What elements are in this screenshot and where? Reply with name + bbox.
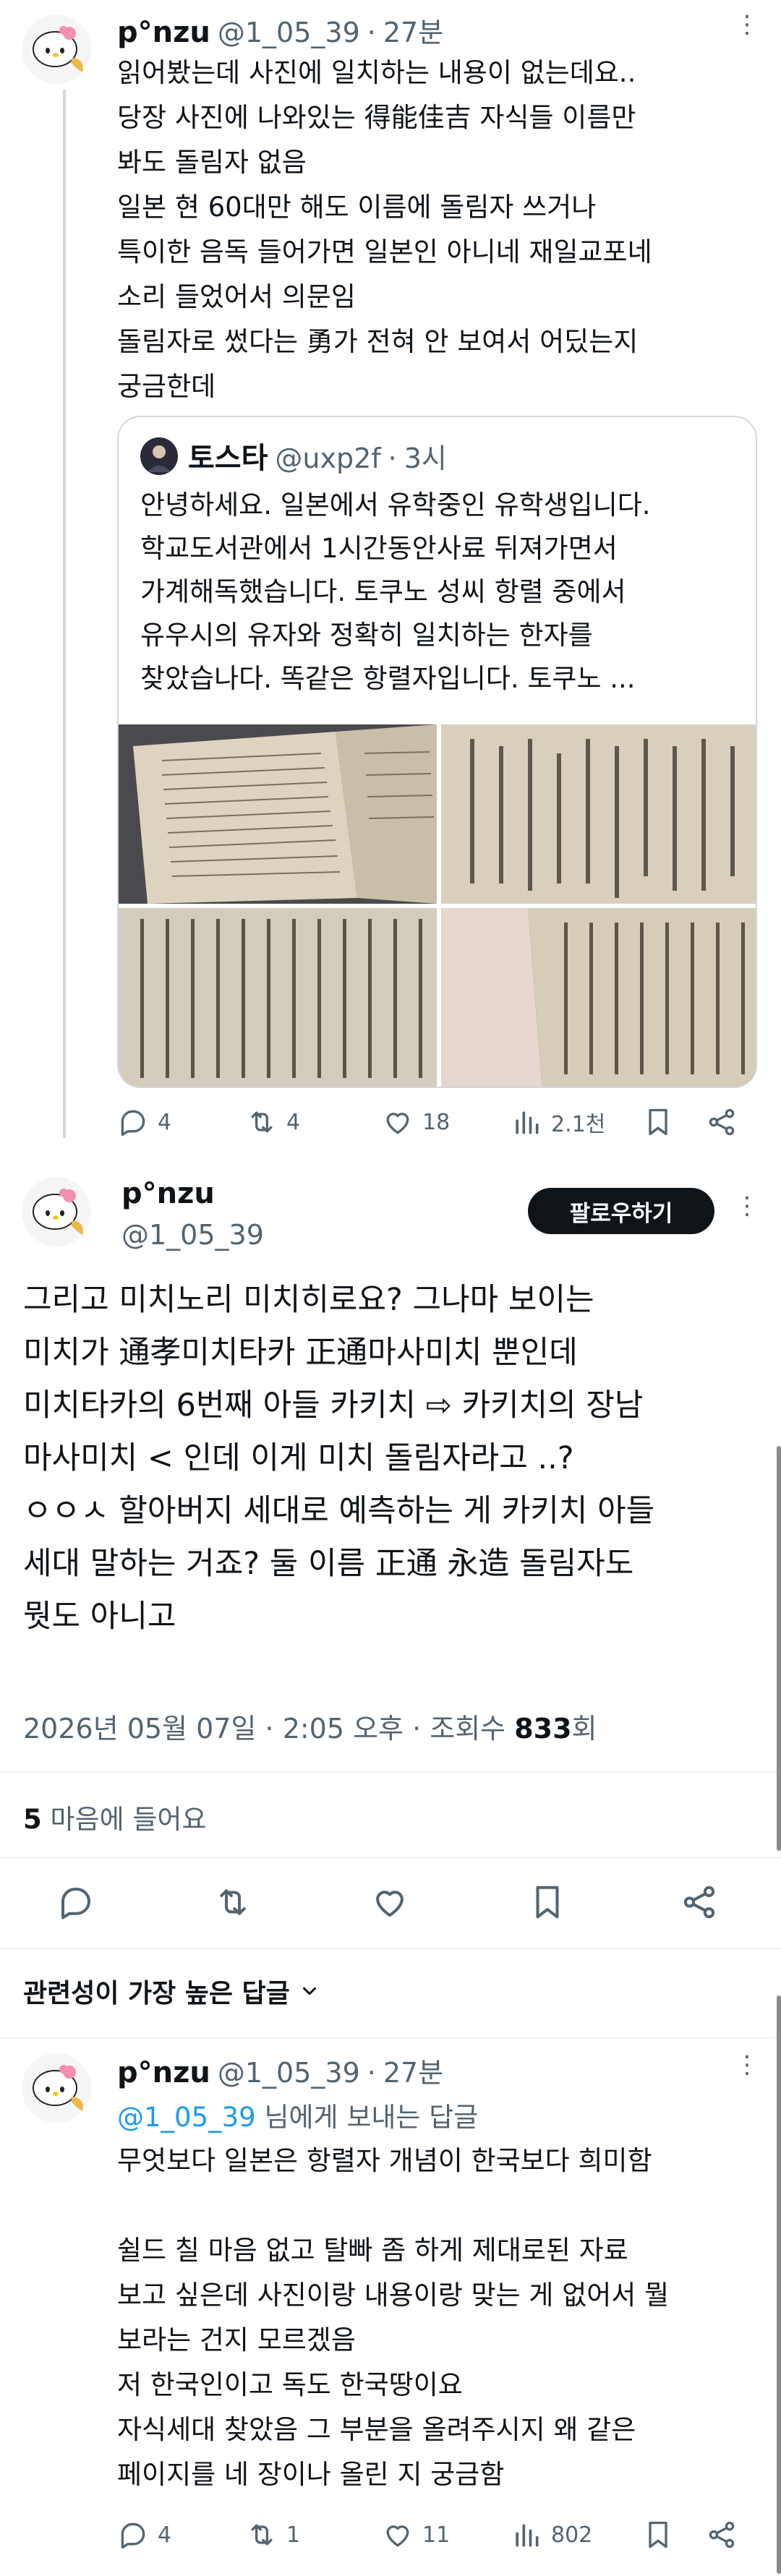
quote-text: 안녕하세요. 일본에서 유학중인 유학생입니다. 학교도서관에서 1시간동안사료… [140,489,651,694]
repost-count: 4 [286,1109,301,1135]
view-unit: 회 [571,1713,597,1745]
divider [0,1771,781,1773]
views-icon [516,2524,539,2547]
username[interactable]: @1_05_39 [218,2057,360,2089]
heart-icon [386,2525,409,2547]
divider [0,2037,781,2039]
share-icon [683,1886,715,1919]
username[interactable]: @1_05_39 [218,17,360,48]
views-button[interactable]: 802 [511,2519,592,2551]
timestamp[interactable]: 27분 [383,2050,443,2090]
scrollbar-thumb[interactable] [777,1995,781,2574]
reply-icon [121,1110,145,1137]
view-count: 2.1천 [551,1112,606,1137]
mention-link[interactable]: @1_05_39 [117,2102,256,2133]
share-button[interactable] [706,1106,738,1138]
avatar[interactable] [22,14,91,84]
display-name[interactable]: p°nzu [121,1177,215,1210]
reply-icon [121,2522,145,2549]
views-button[interactable]: 2.1천 [511,1106,605,1138]
reply-button[interactable] [56,1883,95,1922]
like-count: 11 [422,2522,451,2548]
likes-count: 5 [23,1804,42,1835]
replying-to-suffix: 님에게 보내는 답글 [255,2102,479,2133]
chevron-down-icon [302,1987,316,1995]
quote-photo-4[interactable] [441,908,756,1087]
reply-header: p°nzu @1_05_39 · 27분 [117,2050,443,2090]
quote-username: @uxp2f [275,442,381,474]
username[interactable]: @1_05_39 [121,1219,264,1251]
view-count: 833 [514,1713,572,1745]
share-icon [709,1108,735,1136]
tweet-text: 읽어봤는데 사진에 일치하는 내용이 없는데요.. 당장 사진에 나와있는 得能… [117,57,652,402]
tweet-text: 그리고 미치노리 미치히로요? 그나마 보이는 미치가 通孝미치타카 正通마사미… [23,1282,655,1635]
more-options-icon[interactable]: ⋮ [735,2050,759,2079]
separator: · [367,17,376,48]
like-button[interactable]: 18 [382,1106,450,1138]
view-count: 802 [551,2522,593,2548]
reply-count: 4 [158,1109,172,1135]
sort-dropdown[interactable]: 관련성이 가장 높은 답글 [23,1972,320,2010]
repost-icon [251,1111,273,1133]
quote-photo-1[interactable] [119,724,437,904]
display-name[interactable]: p°nzu [117,16,210,49]
quote-timestamp: 3시 [404,442,447,474]
tweet-text: 무엇보다 일본은 항렬자 개념이 한국보다 희미함 쉴드 칠 마음 없고 탈빠 … [117,2145,670,2490]
repost-icon [220,1889,246,1915]
avatar[interactable] [22,2053,91,2123]
quote-header: 토스타 @uxp2f · 3시 [188,435,447,476]
sort-label: 관련성이 가장 높은 답글 [23,1979,290,2008]
like-button[interactable] [370,1883,409,1922]
heart-icon [386,1113,409,1134]
scrollbar-thumb[interactable] [777,1446,781,1851]
repost-button[interactable]: 4 [246,1106,300,1138]
display-name[interactable]: p°nzu [117,2056,210,2089]
bookmark-icon [649,1108,667,1136]
repost-button[interactable] [213,1883,252,1922]
like-button[interactable]: 11 [382,2519,450,2551]
quote-display-name: 토스타 [188,442,268,475]
share-button[interactable] [706,2519,738,2551]
bookmark-button[interactable] [528,1883,567,1922]
repost-count: 1 [286,2522,301,2548]
follow-button[interactable]: 팔로우하기 [528,1188,714,1234]
tweet-date[interactable]: 2026년 05월 07일 · 2:05 오후 · 조회수 [23,1713,514,1745]
views-icon [516,1111,539,1134]
repost-icon [251,2524,273,2546]
quote-avatar [140,437,178,475]
reply-header: p°nzu @1_05_39 · 27분 [117,10,443,50]
divider [0,1948,781,1949]
reply-count: 4 [158,2522,172,2548]
share-button[interactable] [680,1883,719,1922]
bookmark-button[interactable] [642,1106,674,1138]
quote-photo-3[interactable] [119,908,437,1087]
likes-label: 마음에 들어요 [41,1804,207,1835]
replying-to: @1_05_39 님에게 보내는 답글 [117,2095,478,2134]
avatar[interactable] [22,1177,91,1246]
quoted-tweet[interactable]: 토스타 @uxp2f · 3시 안녕하세요. 일본에서 유학중인 유학생입니다.… [117,416,757,1088]
reply-button[interactable]: 4 [117,1106,171,1138]
bookmark-icon [649,2521,667,2549]
bookmark-icon [536,1886,559,1919]
repost-button[interactable]: 1 [246,2519,300,2551]
quote-photo-2[interactable] [441,724,756,904]
likes-summary[interactable]: 5 마음에 들어요 [23,1797,207,1836]
timestamp[interactable]: 27분 [383,10,443,50]
separator: · [388,442,397,474]
thread-line [63,90,66,1138]
divider [0,1857,781,1858]
more-options-icon[interactable]: ⋮ [735,1191,759,1220]
like-count: 18 [422,1109,451,1135]
more-options-icon[interactable]: ⋮ [735,10,759,39]
tweet-meta: 2026년 05월 07일 · 2:05 오후 · 조회수 833회 [23,1706,597,1746]
bookmark-button[interactable] [642,2519,674,2551]
heart-icon [376,1891,404,1917]
separator: · [367,2057,376,2089]
share-icon [709,2521,735,2549]
reply-icon [61,1887,91,1920]
reply-button[interactable]: 4 [117,2519,171,2551]
